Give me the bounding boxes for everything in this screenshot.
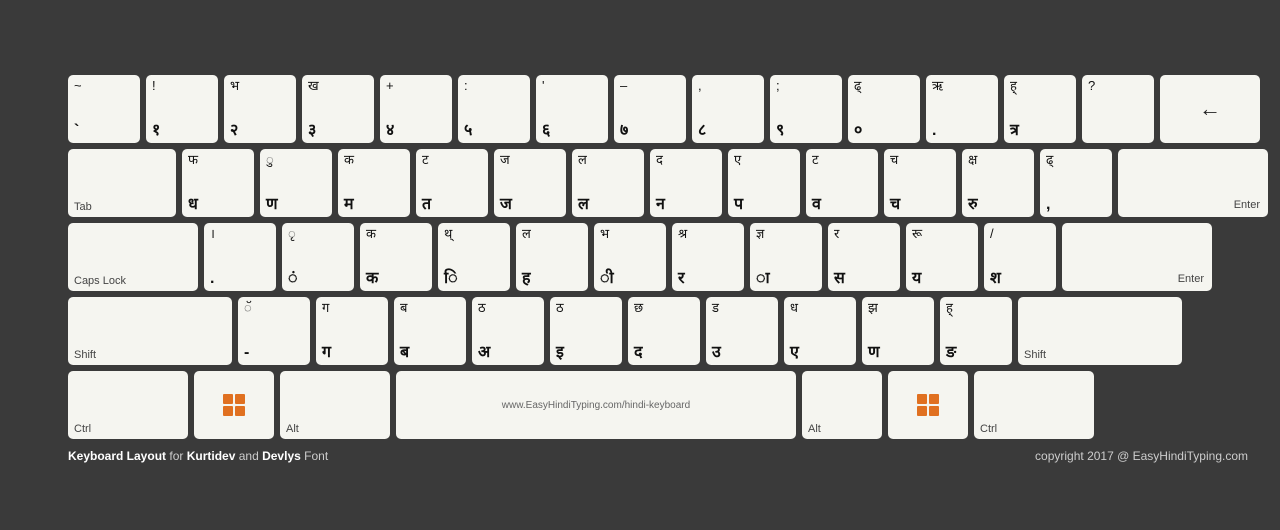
key-shift-right[interactable]: Shift bbox=[1018, 297, 1182, 365]
key-alt-left[interactable]: Alt bbox=[280, 371, 390, 439]
footer-right: copyright 2017 @ EasyHindiTyping.com bbox=[1035, 449, 1248, 463]
key-8[interactable]: , ८ bbox=[692, 75, 764, 143]
key-rbracket[interactable]: ढ् , bbox=[1040, 149, 1112, 217]
key-x[interactable]: ग ग bbox=[316, 297, 388, 365]
key-lbracket[interactable]: क्ष रु bbox=[962, 149, 1034, 217]
key-backspace[interactable]: ← bbox=[1160, 75, 1260, 143]
key-y[interactable]: ल ल bbox=[572, 149, 644, 217]
key-d[interactable]: क क bbox=[360, 223, 432, 291]
key-s[interactable]: ृ ं bbox=[282, 223, 354, 291]
key-a[interactable]: । . bbox=[204, 223, 276, 291]
footer: Keyboard Layout for Kurtidev and Devlys … bbox=[68, 445, 1248, 463]
key-bslash[interactable]: ? bbox=[1082, 75, 1154, 143]
key-3[interactable]: ख ३ bbox=[302, 75, 374, 143]
key-i[interactable]: ए प bbox=[728, 149, 800, 217]
key-q[interactable]: फ ध bbox=[182, 149, 254, 217]
key-9[interactable]: ; ९ bbox=[770, 75, 842, 143]
key-j[interactable]: श्र र bbox=[672, 223, 744, 291]
keyboard-row-5: Ctrl Alt www.EasyHindiTyping.com/hindi-k… bbox=[68, 371, 1212, 439]
key-l[interactable]: र स bbox=[828, 223, 900, 291]
keyboard-row-1: ~ ` ! १ भ २ ख ३ + ४ : ५ ' ६ – ७ bbox=[68, 75, 1212, 143]
key-w[interactable]: ु ण bbox=[260, 149, 332, 217]
key-p[interactable]: च च bbox=[884, 149, 956, 217]
key-e[interactable]: क म bbox=[338, 149, 410, 217]
key-r[interactable]: ट त bbox=[416, 149, 488, 217]
key-t[interactable]: ज ज bbox=[494, 149, 566, 217]
key-ctrl-left[interactable]: Ctrl bbox=[68, 371, 188, 439]
key-caps-lock[interactable]: Caps Lock bbox=[68, 223, 198, 291]
key-equals[interactable]: ह् त्र bbox=[1004, 75, 1076, 143]
key-h[interactable]: भ ी bbox=[594, 223, 666, 291]
keyboard-row-4: Shift ॅ - ग ग ब ब ठ अ ठ इ छ द ड उ bbox=[68, 297, 1212, 365]
key-1[interactable]: ! १ bbox=[146, 75, 218, 143]
key-ctrl-right[interactable]: Ctrl bbox=[974, 371, 1094, 439]
key-tab[interactable]: Tab bbox=[68, 149, 176, 217]
key-5[interactable]: : ५ bbox=[458, 75, 530, 143]
key-z[interactable]: ॅ - bbox=[238, 297, 310, 365]
key-win-left[interactable] bbox=[194, 371, 274, 439]
key-alt-right[interactable]: Alt bbox=[802, 371, 882, 439]
key-4[interactable]: + ४ bbox=[380, 75, 452, 143]
key-g[interactable]: ल ह bbox=[516, 223, 588, 291]
key-semicolon[interactable]: रू य bbox=[906, 223, 978, 291]
key-comma[interactable]: ध ए bbox=[784, 297, 856, 365]
keyboard-wrapper: ~ ` ! १ भ २ ख ३ + ४ : ५ ' ६ – ७ bbox=[50, 57, 1230, 473]
key-slash[interactable]: ह् ङ bbox=[940, 297, 1012, 365]
key-7[interactable]: – ७ bbox=[614, 75, 686, 143]
key-f[interactable]: थ् ि bbox=[438, 223, 510, 291]
key-enter[interactable]: Enter bbox=[1118, 149, 1268, 217]
key-b[interactable]: ठ इ bbox=[550, 297, 622, 365]
key-0[interactable]: ढ् ० bbox=[848, 75, 920, 143]
key-c[interactable]: ब ब bbox=[394, 297, 466, 365]
key-u[interactable]: द न bbox=[650, 149, 722, 217]
key-6[interactable]: ' ६ bbox=[536, 75, 608, 143]
key-m[interactable]: ड उ bbox=[706, 297, 778, 365]
key-2[interactable]: भ २ bbox=[224, 75, 296, 143]
key-backtick[interactable]: ~ ` bbox=[68, 75, 140, 143]
key-n[interactable]: छ द bbox=[628, 297, 700, 365]
key-minus[interactable]: ऋ . bbox=[926, 75, 998, 143]
windows-icon bbox=[223, 394, 245, 416]
keyboard-row-2: Tab फ ध ु ण क म ट त ज ज ल ल द न bbox=[68, 149, 1212, 217]
key-period[interactable]: झ ण bbox=[862, 297, 934, 365]
key-quote[interactable]: / श bbox=[984, 223, 1056, 291]
key-enter-2[interactable]: Enter bbox=[1062, 223, 1212, 291]
key-o[interactable]: ट व bbox=[806, 149, 878, 217]
footer-left: Keyboard Layout for Kurtidev and Devlys … bbox=[68, 449, 328, 463]
key-v[interactable]: ठ अ bbox=[472, 297, 544, 365]
keyboard-row-3: Caps Lock । . ृ ं क क थ् ि ल ह भ ी श्र र bbox=[68, 223, 1212, 291]
key-win-right[interactable] bbox=[888, 371, 968, 439]
key-shift-left[interactable]: Shift bbox=[68, 297, 232, 365]
key-k[interactable]: ज्ञ ा bbox=[750, 223, 822, 291]
windows-icon-right bbox=[917, 394, 939, 416]
key-space[interactable]: www.EasyHindiTyping.com/hindi-keyboard bbox=[396, 371, 796, 439]
